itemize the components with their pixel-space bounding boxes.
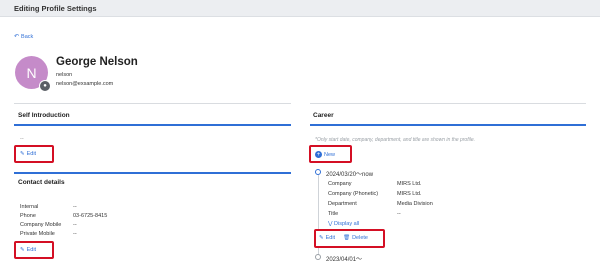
career-label-company: Company <box>328 181 352 187</box>
back-arrow-icon: ↶ <box>14 34 20 40</box>
pencil-icon: ✎ <box>319 235 324 241</box>
career-label-title: Title <box>328 211 339 217</box>
timeline-dot-past <box>315 254 321 260</box>
career-heading: Career <box>313 112 334 119</box>
display-all-label: Display all <box>334 221 360 227</box>
contact-value-internal: -- <box>73 204 77 210</box>
display-all-link[interactable]: ⋁ Display all <box>328 221 359 227</box>
new-label: New <box>324 151 336 158</box>
self-intro-rule <box>14 124 291 126</box>
career-edit-button[interactable]: ✎ Edit <box>319 235 335 241</box>
chevron-down-icon: ⋁ <box>328 221 333 227</box>
pencil-icon: ✎ <box>20 151 25 157</box>
profile-email: nelson@exsample.com <box>56 81 114 87</box>
delete-label: Delete <box>352 235 368 241</box>
timeline-dot-current <box>315 169 321 175</box>
divider <box>14 103 291 104</box>
career-hint: *Only start date, company, department, a… <box>315 137 475 143</box>
contact-heading: Contact details <box>18 179 65 186</box>
career-new-button[interactable]: + New <box>309 145 352 163</box>
career-label-department: Department <box>328 201 357 207</box>
trash-icon: 🗑 <box>343 235 351 241</box>
contact-label-phone: Phone <box>20 213 36 219</box>
profile-username: nelson <box>56 72 73 78</box>
contact-rule <box>14 172 291 174</box>
profile-name: George Nelson <box>56 56 138 68</box>
self-intro-edit-button[interactable]: ✎ Edit <box>14 145 54 163</box>
self-intro-heading: Self Introduction <box>18 112 70 119</box>
divider <box>310 103 586 104</box>
avatar-initial: N <box>26 64 37 81</box>
top-bar: Editing Profile Settings <box>0 0 600 17</box>
contact-value-phone: 03-6725-8415 <box>73 213 108 219</box>
career-delete-button[interactable]: 🗑 Delete <box>343 235 368 241</box>
camera-icon[interactable]: ● <box>39 80 51 92</box>
career-label-company-phonetic: Company (Phonetic) <box>328 191 379 197</box>
contact-label-company-mobile: Company Mobile <box>20 222 62 228</box>
self-intro-value: -- <box>20 136 24 142</box>
back-label: Back <box>21 33 34 40</box>
pencil-icon: ✎ <box>20 247 25 253</box>
career-rule <box>310 124 586 126</box>
contact-value-company-mobile: -- <box>73 222 77 228</box>
edit-label: Edit <box>26 247 37 253</box>
back-link[interactable]: ↶ Back <box>14 33 34 41</box>
career-entry-date: 2024/03/20～now <box>326 172 374 178</box>
settings-panel <box>0 17 600 269</box>
career-value-department: Media Division <box>397 201 433 207</box>
career-value-company: MIRS Ltd. <box>397 181 422 187</box>
contact-label-internal: Internal <box>20 204 39 210</box>
contact-value-private-mobile: -- <box>73 231 77 237</box>
career-value-title: -- <box>397 211 401 217</box>
career-entry-date: 2023/04/01～ <box>326 257 363 263</box>
edit-label: Edit <box>26 151 37 157</box>
career-value-company-phonetic: MIRS Ltd. <box>397 191 422 197</box>
edit-label: Edit <box>325 235 336 241</box>
page-title: Editing Profile Settings <box>14 4 97 13</box>
contact-label-private-mobile: Private Mobile <box>20 231 55 237</box>
career-entry-actions: ✎ Edit 🗑 Delete <box>314 229 385 248</box>
contact-edit-button[interactable]: ✎ Edit <box>14 241 54 259</box>
plus-icon: + <box>315 151 322 158</box>
